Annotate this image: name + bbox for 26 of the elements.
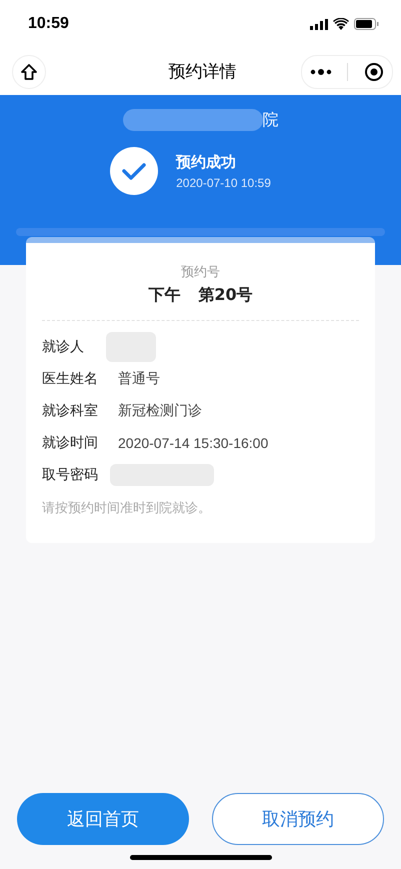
notice-text: 请按预约时间准时到院就诊。 — [42, 500, 212, 517]
row-label: 就诊人 — [42, 338, 85, 356]
row-label: 医生姓名 — [42, 370, 99, 388]
row-value: 2020-07-14 15:30-16:00 — [118, 435, 268, 451]
cancel-button[interactable]: 取消预约 — [212, 793, 384, 845]
status-title: 预约成功 — [176, 152, 238, 172]
status-time: 10:59 — [28, 15, 69, 33]
row-label: 取号密码 — [42, 466, 99, 484]
row-label: 就诊时间 — [42, 434, 99, 452]
page-title: 预约详情 — [168, 61, 236, 83]
home-page-button[interactable]: 返回首页 — [17, 793, 189, 845]
more-icon[interactable] — [310, 68, 332, 76]
ticket-label: 预约号 — [181, 264, 220, 281]
row-label: 就诊科室 — [42, 402, 99, 420]
wifi-icon — [333, 18, 349, 30]
row-value: 新冠检测门诊 — [118, 402, 202, 420]
battery-icon — [354, 18, 379, 30]
check-icon — [110, 147, 158, 195]
home-button[interactable] — [12, 54, 46, 88]
ticket-number: 第20号 — [198, 285, 253, 306]
row-value: 普通号 — [118, 370, 160, 388]
signal-icon — [310, 18, 328, 30]
status-time: 2020-07-10 10:59 — [176, 176, 271, 190]
home-icon — [20, 62, 38, 80]
hospital-name: 院 — [262, 110, 278, 130]
ticket-period: 下午 — [148, 285, 180, 306]
